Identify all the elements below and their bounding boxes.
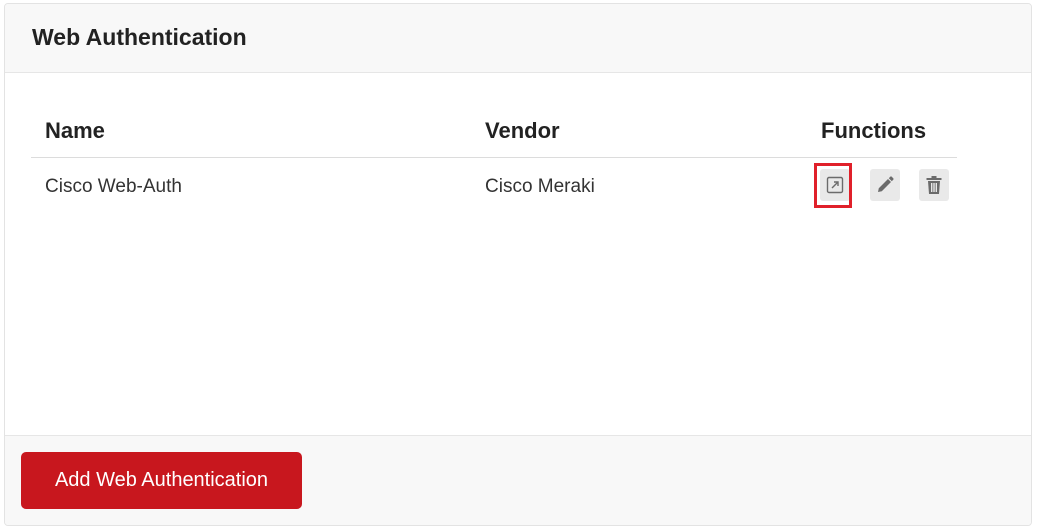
web-auth-table: Name Vendor Functions Cisco Web-Auth Cis…	[31, 100, 957, 216]
column-header-name: Name	[45, 118, 105, 143]
pencil-icon	[878, 176, 894, 192]
edit-button[interactable]	[870, 169, 900, 201]
table-row: Cisco Web-Auth Cisco Meraki	[31, 158, 957, 216]
open-external-icon	[826, 176, 844, 194]
table-header: Name Vendor Functions	[31, 100, 957, 158]
cell-vendor: Cisco Meraki	[485, 176, 595, 197]
delete-button[interactable]	[919, 169, 949, 201]
add-web-authentication-button[interactable]: Add Web Authentication	[21, 452, 302, 509]
cell-name: Cisco Web-Auth	[45, 176, 182, 197]
panel-footer: Add Web Authentication	[5, 435, 1031, 525]
column-header-vendor: Vendor	[485, 118, 560, 143]
panel-header: Web Authentication	[5, 4, 1031, 73]
open-button[interactable]	[820, 169, 850, 201]
panel-title: Web Authentication	[32, 24, 247, 50]
trash-icon	[926, 176, 942, 194]
web-authentication-panel: Web Authentication Name Vendor Functions…	[4, 3, 1032, 526]
column-header-functions: Functions	[821, 118, 927, 143]
